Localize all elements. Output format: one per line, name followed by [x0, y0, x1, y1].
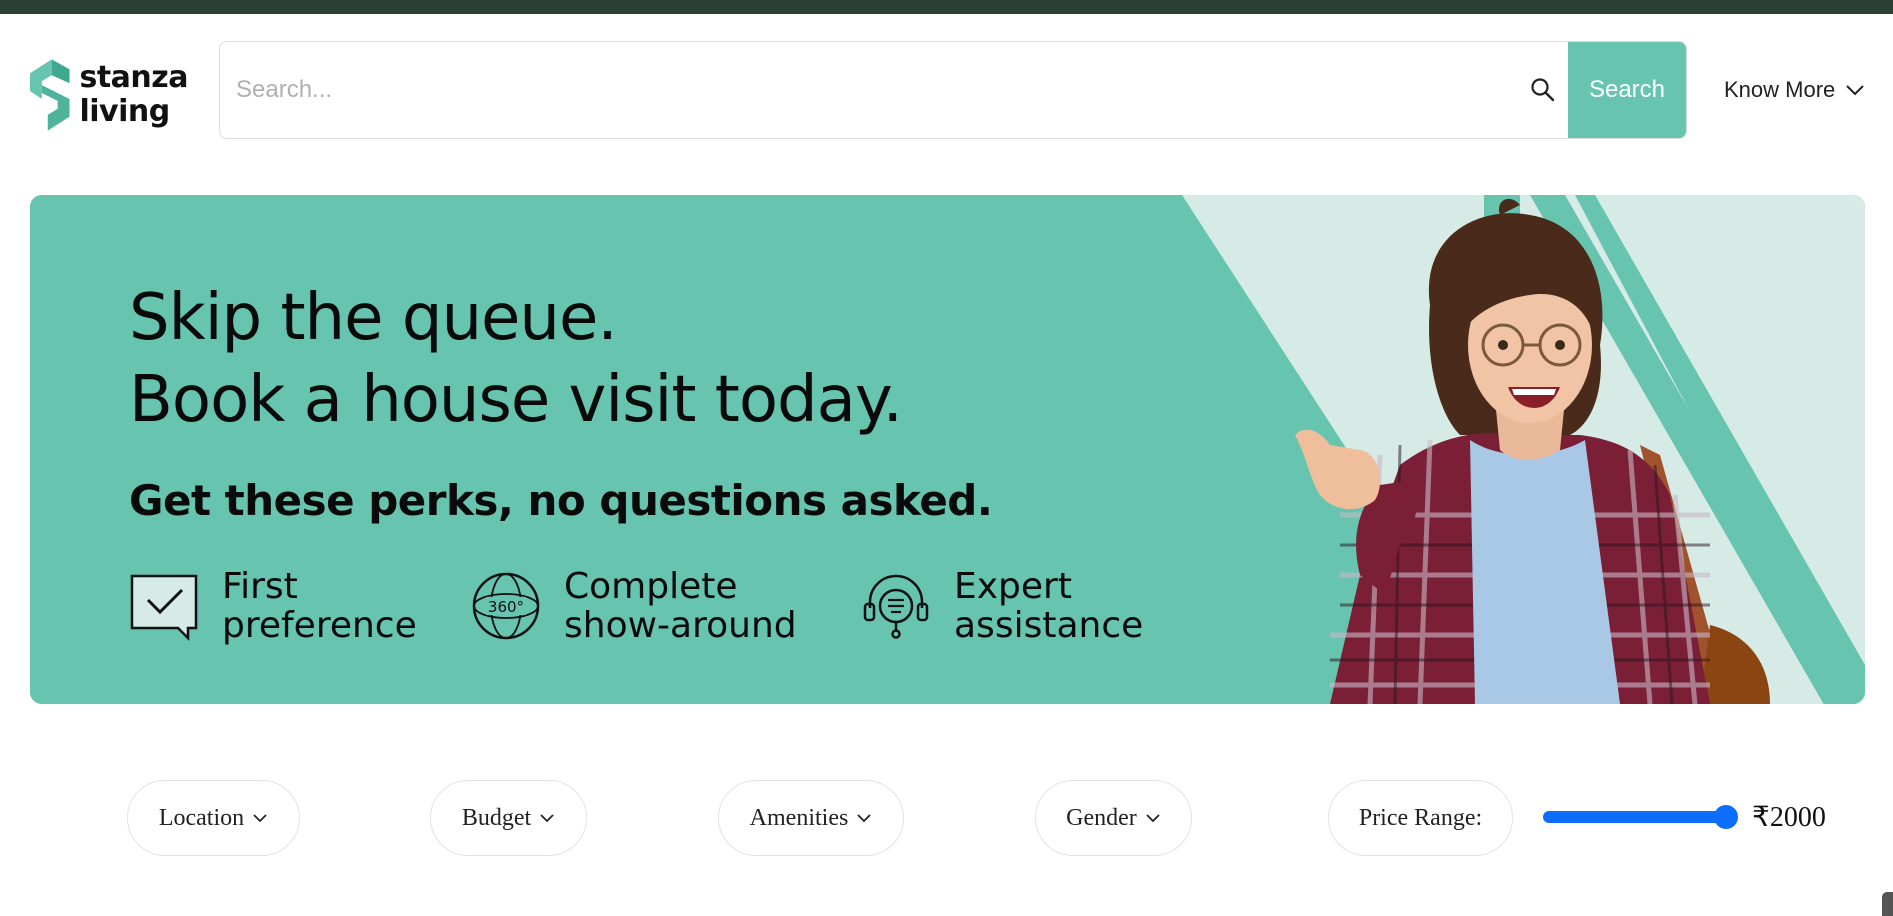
chevron-down-icon — [1146, 814, 1160, 823]
badge-360-text: 360° — [488, 598, 524, 616]
stanza-living-logo[interactable]: stanza living — [28, 52, 188, 138]
search-button[interactable]: Search — [1568, 42, 1686, 138]
perk-3-line-1: Expert — [954, 566, 1072, 607]
page-scrollbar[interactable] — [1882, 892, 1893, 916]
support-headset-icon — [863, 574, 929, 639]
chevron-down-icon — [253, 814, 267, 823]
chevron-down-icon — [1846, 85, 1864, 96]
price-range-value: ₹2000 — [1752, 802, 1826, 833]
perk-expert-assistance: Expert assistance — [860, 567, 1143, 645]
amenities-filter[interactable]: Amenities — [718, 780, 904, 856]
chevron-down-icon — [540, 814, 554, 823]
price-range-slider-thumb[interactable] — [1714, 805, 1738, 829]
know-more-dropdown[interactable]: Know More — [1724, 70, 1865, 110]
top-bar — [0, 0, 1893, 14]
perk-first-preference: First preference — [128, 567, 417, 645]
budget-filter[interactable]: Budget — [430, 780, 587, 856]
budget-filter-label: Budget — [461, 804, 532, 831]
amenities-filter-label: Amenities — [749, 804, 849, 831]
headline-line-1: Skip the queue. — [129, 281, 618, 355]
stanza-logo-icon — [29, 59, 70, 131]
banner-subhead: Get these perks, no questions asked. — [129, 476, 993, 525]
logo-line-1: stanza — [79, 60, 188, 95]
search-icon[interactable] — [1529, 76, 1557, 104]
perk-complete-show-around: 360° Complete show-around — [470, 567, 797, 645]
globe-360-icon: 360° — [472, 572, 540, 640]
location-filter-label: Location — [158, 804, 245, 831]
perk-2-line-2: show-around — [564, 605, 797, 646]
search-input[interactable] — [220, 42, 1570, 138]
perk-2-line-1: Complete — [564, 566, 738, 607]
headline-line-2: Book a house visit today. — [129, 363, 903, 437]
chevron-down-icon — [857, 814, 871, 823]
hero-banner[interactable]: Skip the queue. Book a house visit today… — [30, 195, 1865, 704]
know-more-label: Know More — [1724, 77, 1836, 102]
perk-1-line-2: preference — [222, 605, 417, 646]
price-range-slider[interactable] — [1543, 811, 1728, 823]
perk-3-line-2: assistance — [954, 605, 1144, 646]
perk-1-line-1: First — [222, 566, 298, 607]
logo-line-2: living — [79, 94, 170, 129]
chat-check-icon — [130, 574, 198, 642]
location-filter[interactable]: Location — [127, 780, 300, 856]
search-bar: Search — [219, 41, 1687, 139]
gender-filter[interactable]: Gender — [1035, 780, 1192, 856]
price-range-label-box: Price Range: — [1328, 780, 1513, 856]
price-range-label: Price Range: — [1358, 804, 1483, 831]
gender-filter-label: Gender — [1066, 804, 1137, 831]
student-photo — [1295, 198, 1770, 704]
